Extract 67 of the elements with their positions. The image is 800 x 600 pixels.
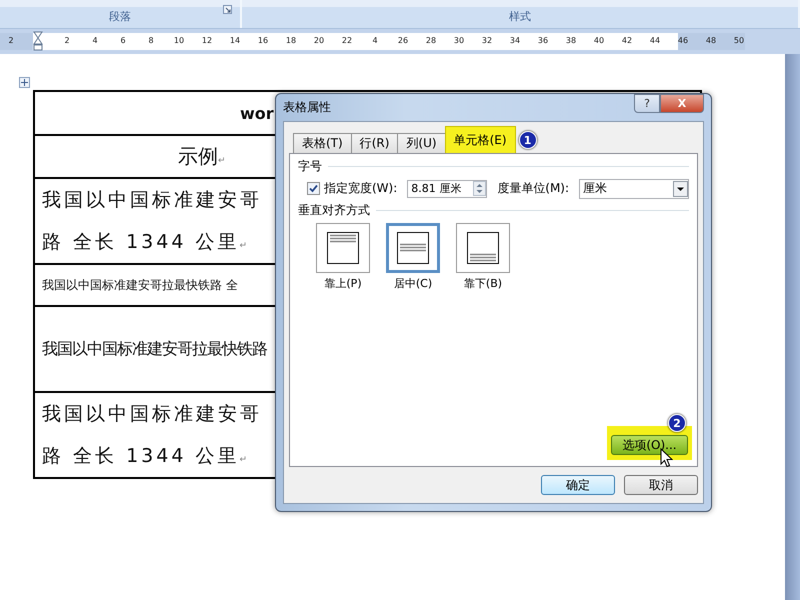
alignment-icon [467,232,499,264]
ruler-number: 30 [452,36,466,45]
ruler-number: 38 [564,36,578,45]
alignment-label: 居中(C) [394,276,432,291]
ruler-number: 40 [592,36,606,45]
ruler-number: 36 [536,36,550,45]
alignment-label: 靠下(B) [464,276,502,291]
checkbox-label: 指定宽度(W): [324,180,398,197]
ruler-number: 32 [480,36,494,45]
ribbon-group-label: 样式 [509,9,531,24]
ruler-number: 4 [91,36,99,45]
field-label: 度量单位(M): [497,180,570,197]
options-button[interactable]: 选项(O)... [611,435,688,455]
cell-text: 示例↵ [178,143,226,170]
ruler-number: 2 [63,36,71,45]
ruler-number: 50 [732,36,746,45]
width-field[interactable]: 8.81 厘米 [407,180,488,198]
step-badge: 2 [668,414,686,432]
alignment-icon [327,232,359,264]
checkbox[interactable] [307,182,320,195]
group-heading: 垂直对齐方式 [298,202,370,219]
ruler-number: 18 [284,36,298,45]
ruler-number: 8 [147,36,155,45]
ruler-number: 22 [340,36,354,45]
ruler-number: 46 [676,36,690,45]
ruler-number: 42 [620,36,634,45]
cell-text: 我国以中国标准建安哥 [42,188,262,213]
dialog-button[interactable]: 确定 [541,475,615,495]
tab[interactable]: 单元格(E) [444,126,516,153]
cell-text: 我国以中国标准建安哥拉最快铁路 [42,338,267,360]
help-button[interactable]: ? [634,94,660,113]
ruler-number: 6 [119,36,127,45]
tab[interactable]: 列(U) [397,133,446,153]
alignment-option[interactable] [386,223,440,273]
ruler-number: 48 [704,36,718,45]
dialog-launcher-icon[interactable] [223,5,232,14]
ruler-number: 12 [200,36,214,45]
ruler-number: 20 [312,36,326,45]
move-handle-icon[interactable] [19,77,30,88]
tab[interactable]: 行(R) [350,133,398,153]
ruler-number: 16 [256,36,270,45]
ribbon-group-label: 段落 [109,9,131,24]
ruler-number: 2 [7,36,15,45]
dialog-button[interactable]: 取消 [624,475,698,495]
ruler-number: 10 [172,36,186,45]
indent-marker-icon[interactable] [33,31,43,51]
cell-text: 路 全长 1344 公里↵ [42,444,250,469]
spinner-icon[interactable] [473,181,486,196]
step-badge: 1 [518,131,537,149]
alignment-icon [397,232,429,264]
dialog-title: 表格属性 [283,99,331,116]
group-heading: 字号 [298,158,322,175]
ruler-number: 44 [648,36,662,45]
ruler-number: 14 [228,36,242,45]
alignment-label: 靠上(P) [324,276,362,291]
cell-text: wor [240,104,274,122]
alignment-option[interactable] [316,223,370,273]
unit-dropdown[interactable]: 厘米 [579,178,689,198]
cell-text: 我国以中国标准建安哥拉最快铁路 全 [42,276,238,294]
tab[interactable]: 表格(T) [293,133,352,153]
ruler-number: 26 [396,36,410,45]
ruler-number: 34 [508,36,522,45]
alignment-option[interactable] [456,223,510,273]
ruler-number: 28 [424,36,438,45]
cell-text: 我国以中国标准建安哥 [42,402,262,427]
ruler-number: 4 [371,36,379,45]
cell-text: 路 全长 1344 公里↵ [42,230,250,255]
